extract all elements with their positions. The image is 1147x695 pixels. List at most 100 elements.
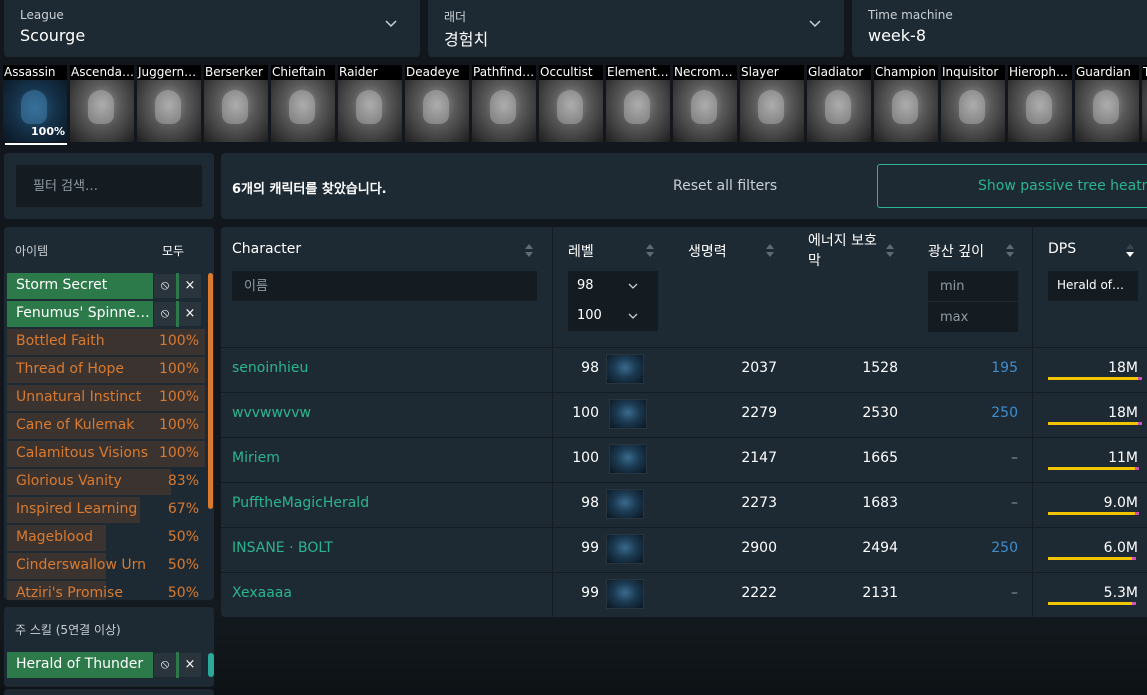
items-all-toggle[interactable]: 모두 — [162, 242, 184, 259]
class-name: T — [1142, 65, 1147, 81]
item-row[interactable]: Unnatural Instinct 100% — [7, 385, 205, 411]
character-name[interactable]: wvvwwvvw — [232, 405, 311, 421]
class-tile[interactable]: Element… — [606, 63, 670, 145]
class-tile[interactable]: Pathfind… — [472, 63, 536, 145]
class-tile[interactable]: Inquisitor — [941, 63, 1005, 145]
class-tile[interactable]: Necrom… — [673, 63, 737, 145]
league-label: League — [20, 8, 64, 22]
table-row[interactable]: senoinhieu 98 2037 1528 195 18M — [221, 347, 1147, 392]
league-select[interactable]: League Scourge — [4, 0, 420, 57]
heatmap-button[interactable]: Show passive tree heatmap — [877, 164, 1147, 208]
character-energy-shield: 2131 — [862, 585, 898, 601]
character-table: Character 레벨 생명력 에너지 보호 막 광산 깊이 DPS 98 1… — [221, 227, 1147, 617]
name-filter-input[interactable] — [232, 271, 537, 301]
class-tile[interactable]: Occultist — [539, 63, 603, 145]
exclude-icon[interactable]: ⦸ — [154, 653, 176, 677]
reset-filters-button[interactable]: Reset all filters — [673, 178, 777, 194]
class-name: Raider — [338, 65, 402, 81]
chevron-down-icon — [809, 20, 821, 28]
selected-skill-row[interactable]: Herald of Thunder ⦸ × — [7, 652, 205, 678]
table-row[interactable]: PufftheMagicHerald 98 2273 1683 – 9.0M — [221, 482, 1147, 527]
table-row[interactable]: Miriem 100 2147 1665 – 11M — [221, 437, 1147, 482]
table-row[interactable]: Xexaaaa 99 2222 2131 – 5.3M — [221, 572, 1147, 617]
character-name[interactable]: Xexaaaa — [232, 585, 292, 601]
item-row[interactable]: Cinderswallow Urn 50% — [7, 553, 205, 579]
class-tile[interactable]: Assassin 100% — [3, 63, 67, 145]
sort-icon[interactable] — [766, 244, 775, 258]
remove-icon[interactable]: × — [179, 274, 201, 298]
dps-skill-select[interactable]: Herald of… — [1048, 271, 1138, 301]
item-row[interactable]: Inspired Learning 67% — [7, 497, 205, 523]
class-tile[interactable]: T — [1142, 63, 1147, 145]
header-character[interactable]: Character — [232, 241, 301, 257]
depth-min-input[interactable] — [928, 271, 1018, 301]
header-delve-depth[interactable]: 광산 깊이 — [928, 241, 984, 261]
table-row[interactable]: INSANE · BOLT 99 2900 2494 250 6.0M — [221, 527, 1147, 572]
item-percentage: 100% — [158, 389, 199, 405]
time-machine-select[interactable]: Time machine week-8 — [852, 0, 1147, 57]
class-tile[interactable]: Ascenda… — [70, 63, 134, 145]
sort-icon[interactable] — [886, 244, 895, 258]
depth-max-input[interactable] — [928, 302, 1018, 332]
class-portrait — [740, 80, 804, 142]
selected-item-row[interactable]: Fenumus' Spinner… ⦸ × — [7, 301, 205, 327]
header-life[interactable]: 생명력 — [688, 241, 727, 261]
header-es-line1: 에너지 보호 — [808, 233, 877, 249]
class-tile[interactable]: Hieroph… — [1008, 63, 1072, 145]
remove-icon[interactable]: × — [179, 653, 201, 677]
character-name[interactable]: INSANE · BOLT — [232, 540, 333, 556]
exclude-icon[interactable]: ⦸ — [154, 302, 176, 326]
header-level[interactable]: 레벨 — [568, 241, 594, 261]
class-tile[interactable]: Gladiator — [807, 63, 871, 145]
skills-scrollbar[interactable] — [208, 653, 214, 677]
class-tile[interactable]: Berserker — [204, 63, 268, 145]
item-row[interactable]: Cane of Kulemak 100% — [7, 413, 205, 439]
remove-icon[interactable]: × — [179, 302, 201, 326]
ladder-select[interactable]: 래더 경험치 — [428, 0, 844, 57]
class-name: Guardian — [1075, 65, 1139, 81]
character-life: 2900 — [741, 540, 777, 556]
character-name[interactable]: senoinhieu — [232, 360, 308, 376]
item-percentage: 50% — [167, 529, 199, 545]
dps-bar-tip — [1135, 467, 1140, 470]
character-level: 100 — [572, 450, 599, 466]
item-name: Cinderswallow Urn — [16, 557, 146, 573]
exclude-icon[interactable]: ⦸ — [154, 274, 176, 298]
filter-search-input[interactable] — [16, 165, 202, 207]
item-row[interactable]: Atziri's Promise 50% — [7, 581, 205, 600]
item-percentage: 100% — [158, 333, 199, 349]
item-row[interactable]: Mageblood 50% — [7, 525, 205, 551]
table-row[interactable]: wvvwwvvw 100 2279 2530 250 18M — [221, 392, 1147, 437]
selected-item-row[interactable]: Storm Secret ⦸ × — [7, 273, 205, 299]
sort-icon[interactable] — [525, 244, 534, 258]
sort-desc-icon[interactable] — [1126, 244, 1135, 258]
character-name[interactable]: PufftheMagicHerald — [232, 495, 369, 511]
class-tile[interactable]: Juggern… — [137, 63, 201, 145]
item-row[interactable]: Bottled Faith 100% — [7, 329, 205, 355]
class-tile[interactable]: Raider — [338, 63, 402, 145]
sort-icon[interactable] — [1006, 244, 1015, 258]
character-name[interactable]: Miriem — [232, 450, 280, 466]
character-life: 2147 — [741, 450, 777, 466]
item-percentage: 50% — [167, 585, 199, 600]
sort-icon[interactable] — [646, 244, 655, 258]
class-tile[interactable]: Guardian — [1075, 63, 1139, 145]
class-name: Pathfind… — [472, 65, 536, 81]
class-tile[interactable]: Champion — [874, 63, 938, 145]
class-portrait — [1142, 80, 1147, 142]
dps-skill-value: Herald of… — [1057, 278, 1125, 292]
class-tile[interactable]: Deadeye — [405, 63, 469, 145]
item-row[interactable]: Calamitous Visions 100% — [7, 441, 205, 467]
items-scrollbar[interactable] — [208, 273, 213, 509]
class-percentage: 100% — [31, 125, 65, 138]
class-tile[interactable]: Chieftain — [271, 63, 335, 145]
header-dps[interactable]: DPS — [1048, 241, 1076, 257]
item-row[interactable]: Thread of Hope 100% — [7, 357, 205, 383]
header-energy-shield[interactable]: 에너지 보호 막 — [808, 230, 877, 270]
character-level: 98 — [581, 360, 599, 376]
class-portrait — [204, 80, 268, 142]
class-tile[interactable]: Slayer — [740, 63, 804, 145]
item-percentage: 100% — [158, 445, 199, 461]
item-row[interactable]: Glorious Vanity 83% — [7, 469, 205, 495]
level-range-select[interactable]: 98 100 — [568, 271, 658, 331]
